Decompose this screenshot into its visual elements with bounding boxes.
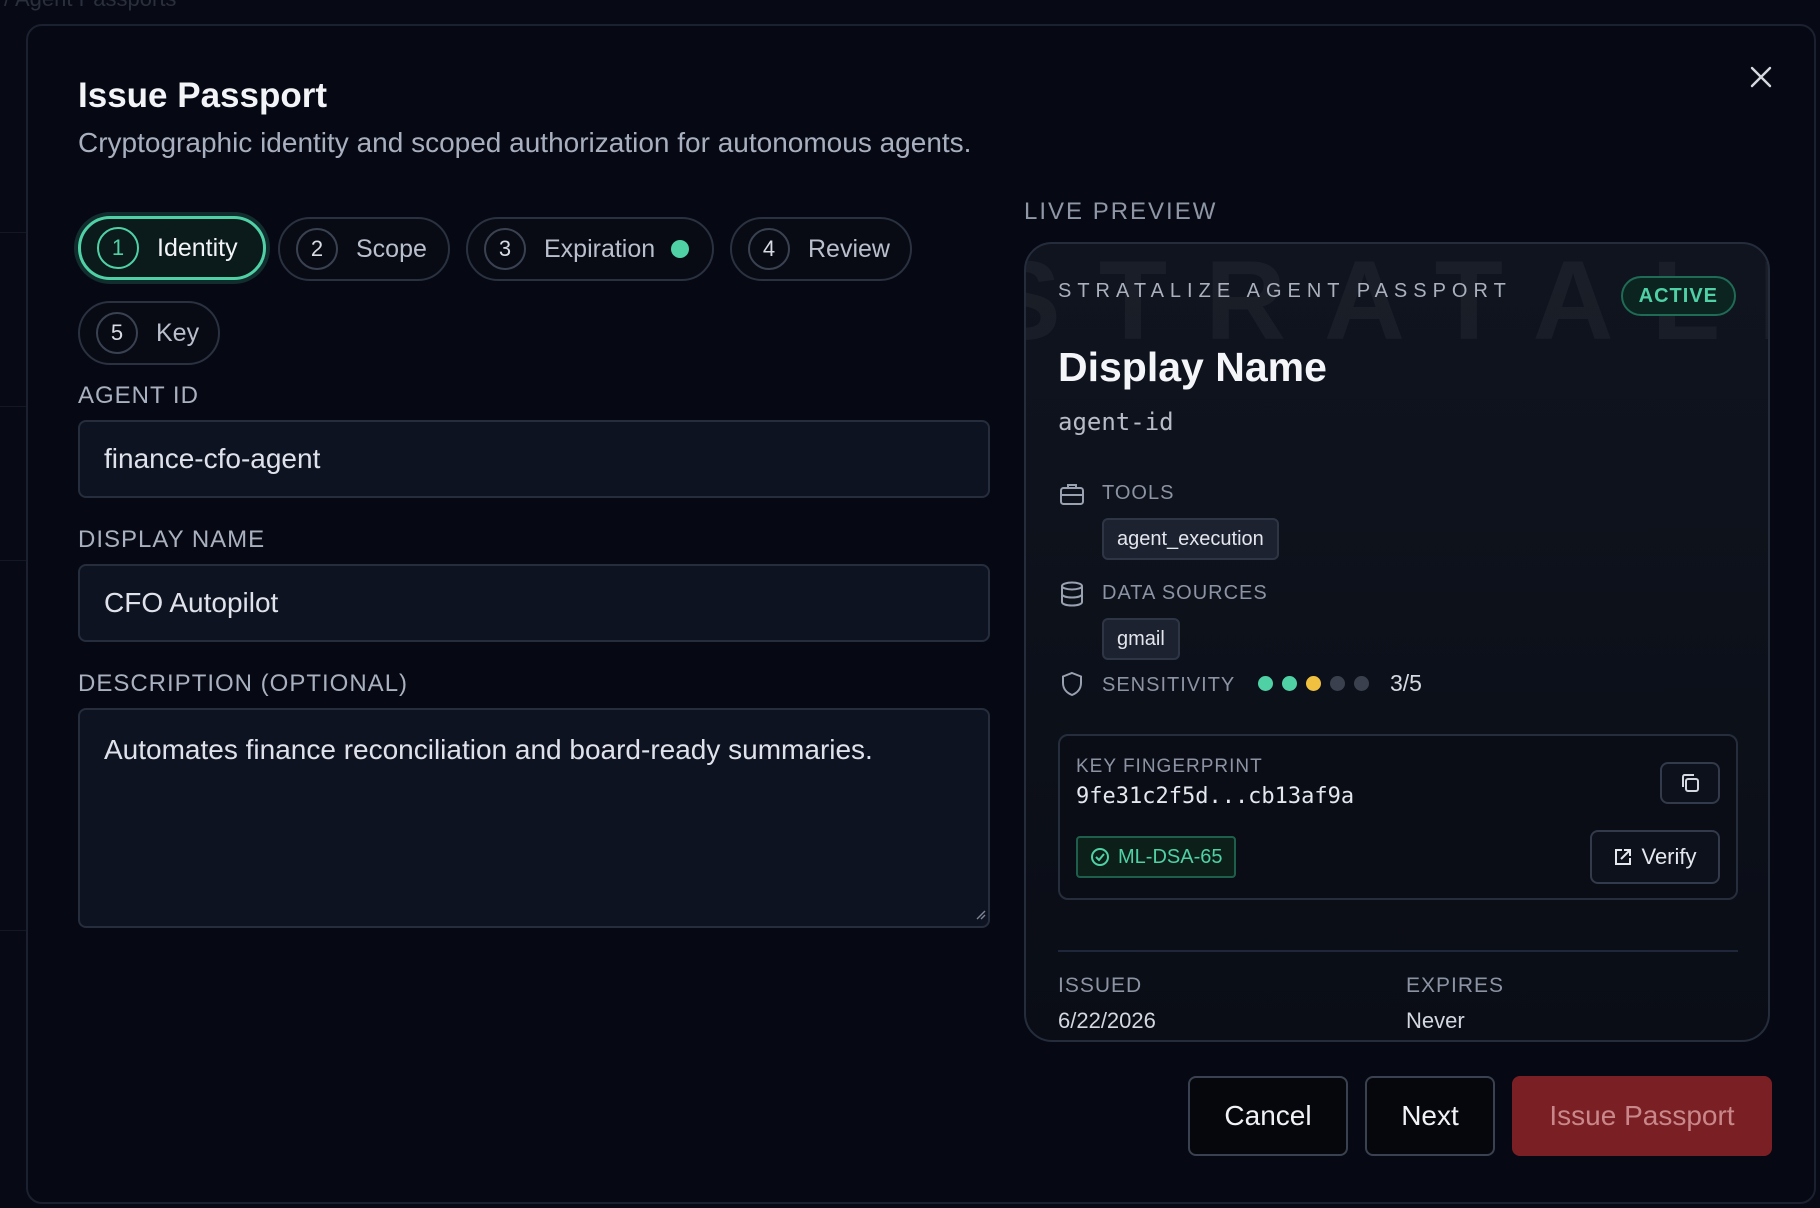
step-number: 1 — [97, 227, 139, 269]
data-source-chip: gmail — [1102, 618, 1180, 660]
agent-id-input[interactable] — [78, 420, 990, 498]
live-preview-label: LIVE PREVIEW — [1024, 198, 1218, 225]
external-link-icon — [1615, 849, 1632, 865]
background-divider — [0, 560, 28, 561]
key-fingerprint-value: 9fe31c2f5d...cb13af9a — [1076, 784, 1355, 809]
step-label: Scope — [356, 234, 427, 263]
modal-title: Issue Passport — [78, 76, 327, 115]
sensitivity-dot — [1258, 676, 1273, 691]
background-divider — [0, 232, 28, 233]
step-identity[interactable]: 1 Identity — [78, 216, 266, 280]
key-fingerprint-label: KEY FINGERPRINT — [1076, 756, 1263, 777]
sensitivity-label: SENSITIVITY — [1102, 674, 1236, 696]
step-number: 5 — [96, 312, 138, 354]
step-review[interactable]: 4 Review — [730, 217, 912, 281]
close-button[interactable] — [1744, 60, 1778, 94]
background-breadcrumb: / Agent Passports — [4, 0, 176, 12]
background-divider — [0, 406, 28, 407]
next-button[interactable]: Next — [1365, 1076, 1495, 1156]
cancel-button[interactable]: Cancel — [1188, 1076, 1348, 1156]
step-expiration[interactable]: 3 Expiration — [466, 217, 714, 281]
database-icon — [1061, 581, 1083, 607]
check-circle-icon — [1091, 848, 1109, 866]
algorithm-badge: ML-DSA-65 — [1076, 836, 1237, 878]
tool-chip: agent_execution — [1102, 518, 1279, 560]
sensitivity-value: 3/5 — [1390, 670, 1422, 696]
passport-agent-id: agent-id — [1058, 408, 1174, 436]
briefcase-icon — [1060, 484, 1084, 505]
verify-label: Verify — [1641, 844, 1697, 869]
step-key[interactable]: 5 Key — [78, 301, 220, 365]
copy-icon — [1682, 774, 1699, 792]
sensitivity-dot — [1330, 676, 1345, 691]
shield-icon — [1062, 671, 1082, 697]
background-divider — [0, 930, 28, 931]
expires-value: Never — [1406, 1008, 1465, 1033]
passport-card: STRATALIZE STRATALIZE AGENT PASSPORT ACT… — [1024, 242, 1770, 1042]
data-sources-label: DATA SOURCES — [1102, 582, 1268, 604]
display-name-label: DISPLAY NAME — [78, 526, 266, 553]
wizard-stepper: 1 Identity 2 Scope 3 Expiration 4 Review… — [78, 194, 978, 365]
issued-value: 6/22/2026 — [1058, 1008, 1156, 1033]
issued-label: ISSUED — [1058, 974, 1143, 997]
description-textarea[interactable]: Automates finance reconciliation and boa… — [78, 708, 990, 928]
agent-id-label: AGENT ID — [78, 382, 199, 409]
sensitivity-dot — [1354, 676, 1369, 691]
sensitivity-dot — [1282, 676, 1297, 691]
sensitivity-meter — [1258, 676, 1369, 691]
issue-passport-modal: Issue Passport Cryptographic identity an… — [26, 24, 1816, 1204]
issue-passport-button[interactable]: Issue Passport — [1512, 1076, 1772, 1156]
step-number: 3 — [484, 228, 526, 270]
description-label: DESCRIPTION (OPTIONAL) — [78, 670, 409, 697]
expires-label: EXPIRES — [1406, 974, 1505, 997]
key-fingerprint-box: KEY FINGERPRINT 9fe31c2f5d...cb13af9a ML… — [1058, 734, 1738, 900]
sensitivity-dot — [1306, 676, 1321, 691]
passport-brand: STRATALIZE AGENT PASSPORT — [1058, 280, 1512, 302]
copy-fingerprint-button[interactable] — [1660, 762, 1720, 804]
step-label: Identity — [157, 233, 238, 262]
close-icon — [1750, 66, 1772, 88]
status-badge: ACTIVE — [1620, 276, 1736, 316]
modal-subtitle: Cryptographic identity and scoped author… — [78, 127, 972, 158]
step-label: Review — [808, 234, 890, 263]
step-label: Expiration — [544, 234, 656, 263]
algorithm-label: ML-DSA-65 — [1118, 845, 1223, 868]
passport-divider — [1058, 950, 1738, 952]
step-scope[interactable]: 2 Scope — [278, 217, 450, 281]
step-number: 4 — [748, 228, 790, 270]
step-complete-dot — [671, 240, 690, 258]
step-label: Key — [156, 318, 200, 347]
display-name-input[interactable] — [78, 564, 990, 642]
tools-label: TOOLS — [1102, 482, 1175, 504]
resize-grip-icon[interactable] — [974, 908, 986, 920]
step-number: 2 — [296, 228, 338, 270]
verify-button[interactable]: Verify — [1590, 830, 1720, 884]
passport-display-name: Display Name — [1058, 344, 1327, 390]
